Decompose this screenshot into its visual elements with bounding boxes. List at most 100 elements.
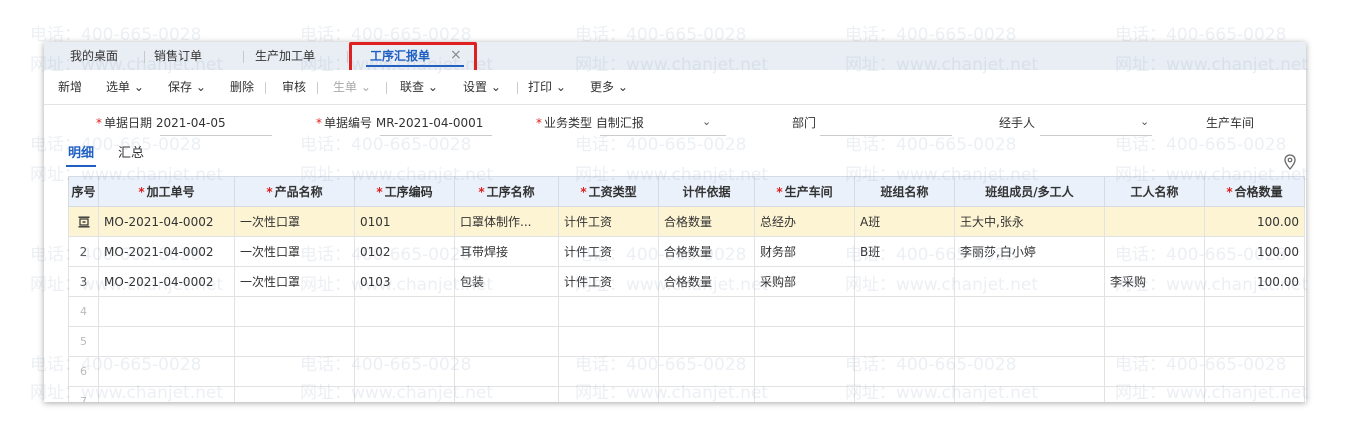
product-name-cell[interactable]: 一次性口罩: [234, 206, 355, 237]
empty-cell[interactable]: [98, 326, 235, 357]
empty-cell[interactable]: [754, 296, 855, 327]
empty-cell[interactable]: [454, 386, 559, 402]
empty-cell[interactable]: [354, 326, 455, 357]
column-header[interactable]: * 产品名称: [234, 176, 355, 207]
wage-type-cell[interactable]: 计件工资: [558, 266, 659, 297]
insert-row-cell[interactable]: [68, 206, 99, 237]
team-name-cell[interactable]: [854, 266, 955, 297]
column-header[interactable]: 班组名称: [854, 176, 955, 207]
handler-input[interactable]: [1040, 135, 1152, 136]
insert-row-icon[interactable]: [78, 216, 90, 228]
empty-cell[interactable]: [234, 356, 355, 387]
piece-basis-cell[interactable]: 合格数量: [658, 236, 755, 267]
empty-cell[interactable]: [558, 386, 659, 402]
worker-name-cell[interactable]: 李采购: [1104, 266, 1205, 297]
piece-basis-cell[interactable]: 合格数量: [658, 206, 755, 237]
empty-cell[interactable]: [98, 296, 235, 327]
wage-type-cell[interactable]: 计件工资: [558, 206, 659, 237]
order-number-cell[interactable]: MO-2021-04-0002: [98, 236, 235, 267]
empty-cell[interactable]: [954, 356, 1105, 387]
table-row[interactable]: 5: [68, 326, 1305, 357]
column-header[interactable]: 班组成员/多工人: [954, 176, 1105, 207]
empty-cell[interactable]: [98, 386, 235, 402]
qualified-qty-cell[interactable]: 100.00: [1204, 236, 1305, 267]
table-row[interactable]: 7: [68, 386, 1305, 402]
product-name-cell[interactable]: 一次性口罩: [234, 236, 355, 267]
tab-detail[interactable]: 明细: [68, 142, 94, 161]
empty-cell[interactable]: [854, 356, 955, 387]
column-header[interactable]: * 工资类型: [558, 176, 659, 207]
order-number-cell[interactable]: MO-2021-04-0002: [98, 206, 235, 237]
empty-cell[interactable]: [1104, 326, 1205, 357]
empty-cell[interactable]: [234, 326, 355, 357]
empty-cell[interactable]: [854, 296, 955, 327]
empty-cell[interactable]: [954, 326, 1105, 357]
table-row[interactable]: 6: [68, 356, 1305, 387]
order-number-cell[interactable]: MO-2021-04-0002: [98, 266, 235, 297]
select-menu[interactable]: 选单 ⌄: [106, 70, 144, 104]
table-row[interactable]: MO-2021-04-0002 一次性口罩 0101 口罩体制作... 计件工资…: [68, 206, 1305, 237]
worker-name-cell[interactable]: [1104, 236, 1205, 267]
column-header[interactable]: * 合格数量: [1204, 176, 1305, 207]
empty-cell[interactable]: [1204, 326, 1305, 357]
chevron-down-icon[interactable]: ⌄: [1140, 115, 1149, 128]
wage-type-cell[interactable]: 计件工资: [558, 236, 659, 267]
worker-name-cell[interactable]: [1104, 206, 1205, 237]
add-button[interactable]: 新增: [58, 70, 82, 104]
empty-cell[interactable]: [454, 326, 559, 357]
empty-cell[interactable]: [234, 296, 355, 327]
empty-cell[interactable]: [658, 296, 755, 327]
empty-cell[interactable]: [954, 386, 1105, 402]
column-header[interactable]: * 加工单号: [98, 176, 235, 207]
team-name-cell[interactable]: B班: [854, 236, 955, 267]
save-menu[interactable]: 保存 ⌄: [168, 70, 206, 104]
audit-button[interactable]: 审核: [282, 70, 306, 104]
empty-cell[interactable]: [854, 386, 955, 402]
empty-cell[interactable]: [754, 326, 855, 357]
print-menu[interactable]: 打印 ⌄: [528, 70, 566, 104]
tab-summary[interactable]: 汇总: [118, 142, 144, 161]
empty-cell[interactable]: [754, 386, 855, 402]
delete-button[interactable]: 删除: [230, 70, 254, 104]
product-name-cell[interactable]: 一次性口罩: [234, 266, 355, 297]
empty-cell[interactable]: [658, 326, 755, 357]
tab-production-order[interactable]: 生产加工单: [255, 42, 315, 70]
workshop-cell[interactable]: 财务部: [754, 236, 855, 267]
empty-cell[interactable]: [454, 296, 559, 327]
process-name-cell[interactable]: 包装: [454, 266, 559, 297]
process-code-cell[interactable]: 0101: [354, 206, 455, 237]
generate-menu[interactable]: 生单 ⌄: [333, 70, 371, 104]
qualified-qty-cell[interactable]: 100.00: [1204, 266, 1305, 297]
chevron-down-icon[interactable]: ⌄: [702, 115, 711, 128]
empty-cell[interactable]: [1204, 356, 1305, 387]
table-row[interactable]: 3 MO-2021-04-0002 一次性口罩 0103 包装 计件工资 合格数…: [68, 266, 1305, 297]
empty-cell[interactable]: [558, 326, 659, 357]
empty-cell[interactable]: [954, 296, 1105, 327]
table-row[interactable]: 4: [68, 296, 1305, 327]
empty-cell[interactable]: [454, 356, 559, 387]
empty-cell[interactable]: [754, 356, 855, 387]
team-members-cell[interactable]: [954, 266, 1105, 297]
empty-cell[interactable]: [558, 356, 659, 387]
more-menu[interactable]: 更多 ⌄: [590, 70, 628, 104]
table-row[interactable]: 2 MO-2021-04-0002 一次性口罩 0102 耳带焊接 计件工资 合…: [68, 236, 1305, 267]
team-name-cell[interactable]: A班: [854, 206, 955, 237]
column-header[interactable]: 计件依据: [658, 176, 755, 207]
workshop-cell[interactable]: 采购部: [754, 266, 855, 297]
column-header[interactable]: 序号: [68, 176, 99, 207]
column-header[interactable]: * 生产车间: [754, 176, 855, 207]
qualified-qty-cell[interactable]: 100.00: [1204, 206, 1305, 237]
piece-basis-cell[interactable]: 合格数量: [658, 266, 755, 297]
team-members-cell[interactable]: 李丽莎,白小婷: [954, 236, 1105, 267]
empty-cell[interactable]: [658, 386, 755, 402]
empty-cell[interactable]: [1204, 296, 1305, 327]
process-name-cell[interactable]: 口罩体制作...: [454, 206, 559, 237]
empty-cell[interactable]: [1204, 386, 1305, 402]
empty-cell[interactable]: [234, 386, 355, 402]
process-code-cell[interactable]: 0102: [354, 236, 455, 267]
workshop-cell[interactable]: 总经办: [754, 206, 855, 237]
empty-cell[interactable]: [558, 296, 659, 327]
process-name-cell[interactable]: 耳带焊接: [454, 236, 559, 267]
process-code-cell[interactable]: 0103: [354, 266, 455, 297]
dept-input[interactable]: [820, 135, 952, 136]
